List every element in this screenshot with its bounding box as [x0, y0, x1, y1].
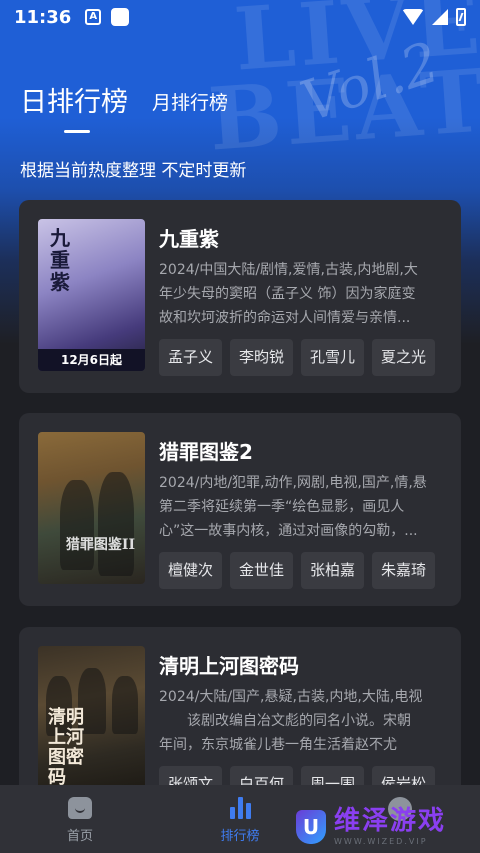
wifi-icon [402, 9, 424, 25]
tab-daily-ranking[interactable]: 日排行榜 [20, 80, 128, 133]
cast-chip[interactable]: 张柏嘉 [301, 552, 365, 589]
poster-figure [112, 676, 138, 734]
poster-image: 猎罪图鉴II [38, 432, 145, 584]
cast-chip[interactable]: 檀健次 [159, 552, 223, 589]
accessibility-icon: A [85, 9, 102, 25]
show-synopsis-line: 心”这一故事内核，通过对画像的勾勒，... [159, 523, 418, 539]
brand-name: 维泽游戏 [334, 806, 447, 836]
show-synopsis-line: 第二季将延续第一季“绘色显影，画见人 [159, 499, 405, 515]
tab-monthly-label: 月排行榜 [152, 92, 229, 114]
brand-url: WWW.WIZED.VIP [334, 837, 428, 846]
poster-image: 九重紫 12月6日起 [38, 219, 145, 371]
nav-ranking-label: 排行榜 [220, 829, 260, 844]
cast-chip[interactable]: 孟子义 [159, 339, 223, 376]
brand-watermark: U 维泽游戏 WWW.WIZED.VIP [290, 800, 480, 853]
show-description: 2024/大陆/国产,悬疑,古装,内地,大陆,电视 该剧改编自冶文彪的同名小说。… [159, 685, 445, 757]
show-title: 猎罪图鉴2 [159, 440, 253, 464]
poster-title: 猎罪图鉴II [65, 537, 135, 553]
poster-figure [98, 472, 134, 576]
status-bar: 11:36 A [0, 0, 480, 34]
brand-logo-icon: U [296, 809, 326, 844]
poster-image: 清明上河图密码 [38, 646, 145, 798]
cast-list: 檀健次 金世佳 张柏嘉 朱嘉琦 [159, 552, 436, 589]
cast-chip[interactable]: 夏之光 [372, 339, 436, 376]
show-title: 清明上河图密码 [159, 654, 299, 678]
battery-icon [456, 8, 466, 26]
bar-chart-icon [229, 797, 251, 819]
signal-icon [432, 9, 448, 25]
cast-chip[interactable]: 孔雪儿 [301, 339, 365, 376]
nav-home[interactable]: 首页 [0, 785, 160, 853]
cast-chip[interactable]: 朱嘉琦 [372, 552, 436, 589]
poster-title: 清明上河图密码 [48, 707, 84, 788]
tab-daily-label: 日排行榜 [20, 87, 128, 118]
status-time: 11:36 [14, 6, 72, 28]
show-synopsis-line: 该剧改编自冶文彪的同名小说。宋朝 [159, 713, 411, 729]
show-meta: 2024/中国大陆/剧情,爱情,古装,内地剧,大 [159, 262, 418, 278]
show-meta: 2024/内地/犯罪,动作,网剧,电视,国产,情,悬 [159, 475, 427, 491]
cast-list: 孟子义 李昀锐 孔雪儿 夏之光 [159, 339, 436, 376]
cast-chip[interactable]: 李昀锐 [230, 339, 294, 376]
show-meta: 2024/大陆/国产,悬疑,古装,内地,大陆,电视 [159, 689, 423, 705]
home-icon [68, 797, 92, 819]
poster-date: 12月6日起 [38, 349, 145, 371]
tab-monthly-ranking[interactable]: 月排行榜 [152, 88, 228, 133]
show-description: 2024/中国大陆/剧情,爱情,古装,内地剧,大 年少失母的窦昭（孟子义 饰）因… [159, 258, 445, 330]
nav-home-label: 首页 [66, 829, 93, 844]
cast-chip[interactable]: 金世佳 [230, 552, 294, 589]
ranking-tabs: 日排行榜 月排行榜 [20, 80, 228, 133]
show-synopsis-line: 年间，东京城雀儿巷一角生活着赵不尤 [159, 737, 397, 753]
show-description: 2024/内地/犯罪,动作,网剧,电视,国产,情,悬 第二季将延续第一季“绘色显… [159, 471, 445, 543]
show-synopsis-line: 故和坎坷波折的命运对人间情爱与亲情... [159, 310, 411, 326]
ranking-card[interactable]: 猎罪图鉴II 猎罪图鉴2 2024/内地/犯罪,动作,网剧,电视,国产,情,悬 … [19, 413, 461, 606]
notification-icon [111, 8, 130, 26]
page-subtitle: 根据当前热度整理 不定时更新 [20, 161, 247, 181]
show-synopsis-line: 年少失母的窦昭（孟子义 饰）因为家庭变 [159, 286, 416, 302]
show-title: 九重紫 [159, 227, 219, 251]
active-tab-indicator [64, 130, 90, 133]
ranking-card[interactable]: 九重紫 12月6日起 九重紫 2024/中国大陆/剧情,爱情,古装,内地剧,大 … [19, 200, 461, 393]
poster-figure [60, 480, 94, 570]
poster-title: 九重紫 [50, 226, 70, 294]
